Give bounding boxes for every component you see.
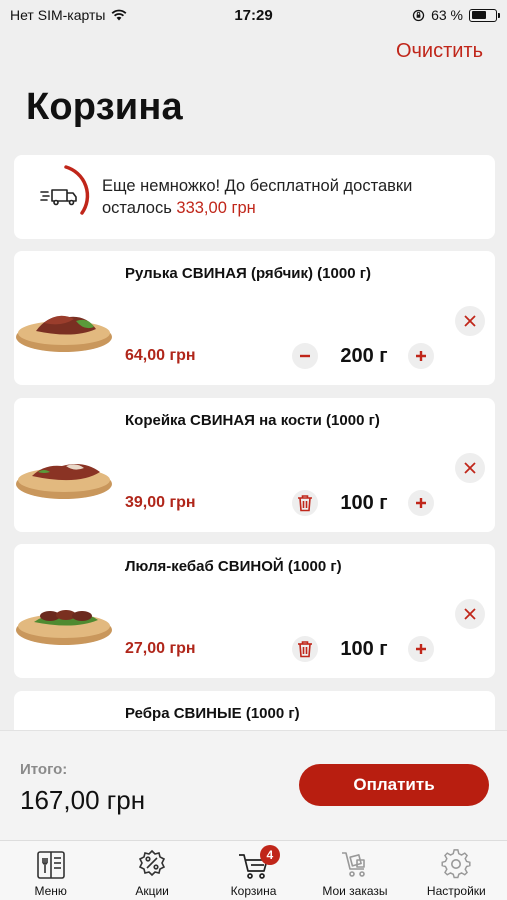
plus-icon [416, 351, 426, 361]
tab-promotions[interactable]: Акции [101, 841, 202, 900]
clock: 17:29 [234, 6, 273, 24]
product-image [16, 464, 112, 499]
orientation-lock-icon [412, 9, 425, 21]
free-delivery-banner: Еще немножко! До бесплатной доставки ост… [14, 155, 495, 239]
tab-label: Настройки [426, 884, 486, 898]
tab-menu[interactable]: Меню [0, 841, 101, 900]
pay-button[interactable]: Оплатить [299, 764, 489, 806]
status-bar: Нет SIM-карты 17:29 63 % [0, 0, 507, 30]
product-name: Люля-кебаб СВИНОЙ (1000 г) [125, 558, 342, 575]
tab-settings[interactable]: Настройки [406, 841, 507, 900]
remove-item-button[interactable] [455, 453, 485, 483]
delivery-message: Еще немножко! До бесплатной доставки [102, 177, 413, 195]
cart-item: Люля-кебаб СВИНОЙ (1000 г) 27,00 грн 100… [14, 544, 495, 678]
plus-icon [416, 498, 426, 508]
cart-item: Корейка СВИНАЯ на кости (1000 г) 39,00 г… [14, 398, 495, 532]
cart-count-badge: 4 [259, 845, 280, 865]
tab-bar: Меню Акции 4 Корзина Мои заказы Настройк… [0, 840, 507, 900]
battery-level [471, 11, 486, 19]
delivery-progress-icon [40, 165, 90, 215]
increase-quantity-button[interactable] [408, 343, 434, 369]
wifi-icon [112, 9, 127, 21]
delivery-remaining-amount: 333,00 грн [176, 199, 256, 217]
quantity-value: 200 г [340, 345, 388, 367]
tab-label: Мои заказы [322, 884, 388, 898]
tab-label: Меню [34, 884, 67, 898]
quantity-value: 100 г [340, 492, 388, 514]
discount-icon [139, 849, 166, 877]
battery-percent: 63 % [431, 7, 463, 23]
remove-item-button[interactable] [455, 599, 485, 629]
tab-cart[interactable]: 4 Корзина [203, 841, 304, 900]
total-value: 167,00 грн [20, 785, 146, 815]
delete-quantity-button[interactable] [292, 636, 318, 662]
product-name: Рулька СВИНАЯ (рябчик) (1000 г) [125, 265, 371, 282]
page-title: Корзина [26, 86, 183, 128]
delivery-remaining-label: осталось [102, 199, 177, 217]
quantity-value: 100 г [340, 638, 388, 660]
increase-quantity-button[interactable] [408, 636, 434, 662]
plus-icon [416, 644, 426, 654]
product-price: 39,00 грн [125, 494, 196, 511]
cart-item: Рулька СВИНАЯ (рябчик) (1000 г) 64,00 гр… [14, 251, 495, 385]
product-name: Ребра СВИНЫЕ (1000 г) [125, 705, 300, 722]
increase-quantity-button[interactable] [408, 490, 434, 516]
battery-icon [469, 8, 500, 22]
remove-item-button[interactable] [455, 306, 485, 336]
close-icon [464, 608, 476, 620]
product-price: 27,00 грн [125, 640, 196, 657]
minus-icon [300, 354, 310, 358]
orders-cart-icon [341, 852, 365, 877]
tab-label: Корзина [230, 884, 277, 898]
close-icon [464, 462, 476, 474]
carrier-label: Нет SIM-карты [10, 7, 106, 23]
menu-book-icon [36, 851, 65, 879]
tab-label: Акции [135, 884, 169, 898]
gear-icon [441, 849, 471, 879]
total-label: Итого: [20, 761, 68, 778]
delete-quantity-button[interactable] [292, 490, 318, 516]
product-name: Корейка СВИНАЯ на кости (1000 г) [125, 412, 380, 429]
product-image [16, 315, 112, 352]
truck-icon [51, 189, 77, 206]
decrease-quantity-button[interactable] [292, 343, 318, 369]
order-summary: Итого: 167,00 грн Оплатить [0, 730, 507, 840]
product-image [16, 610, 112, 645]
close-icon [464, 315, 476, 327]
product-price: 64,00 грн [125, 347, 196, 364]
tab-my-orders[interactable]: Мои заказы [304, 841, 405, 900]
clear-cart-button[interactable]: Очистить [396, 40, 483, 63]
trash-icon [298, 641, 312, 658]
trash-icon [298, 495, 312, 512]
